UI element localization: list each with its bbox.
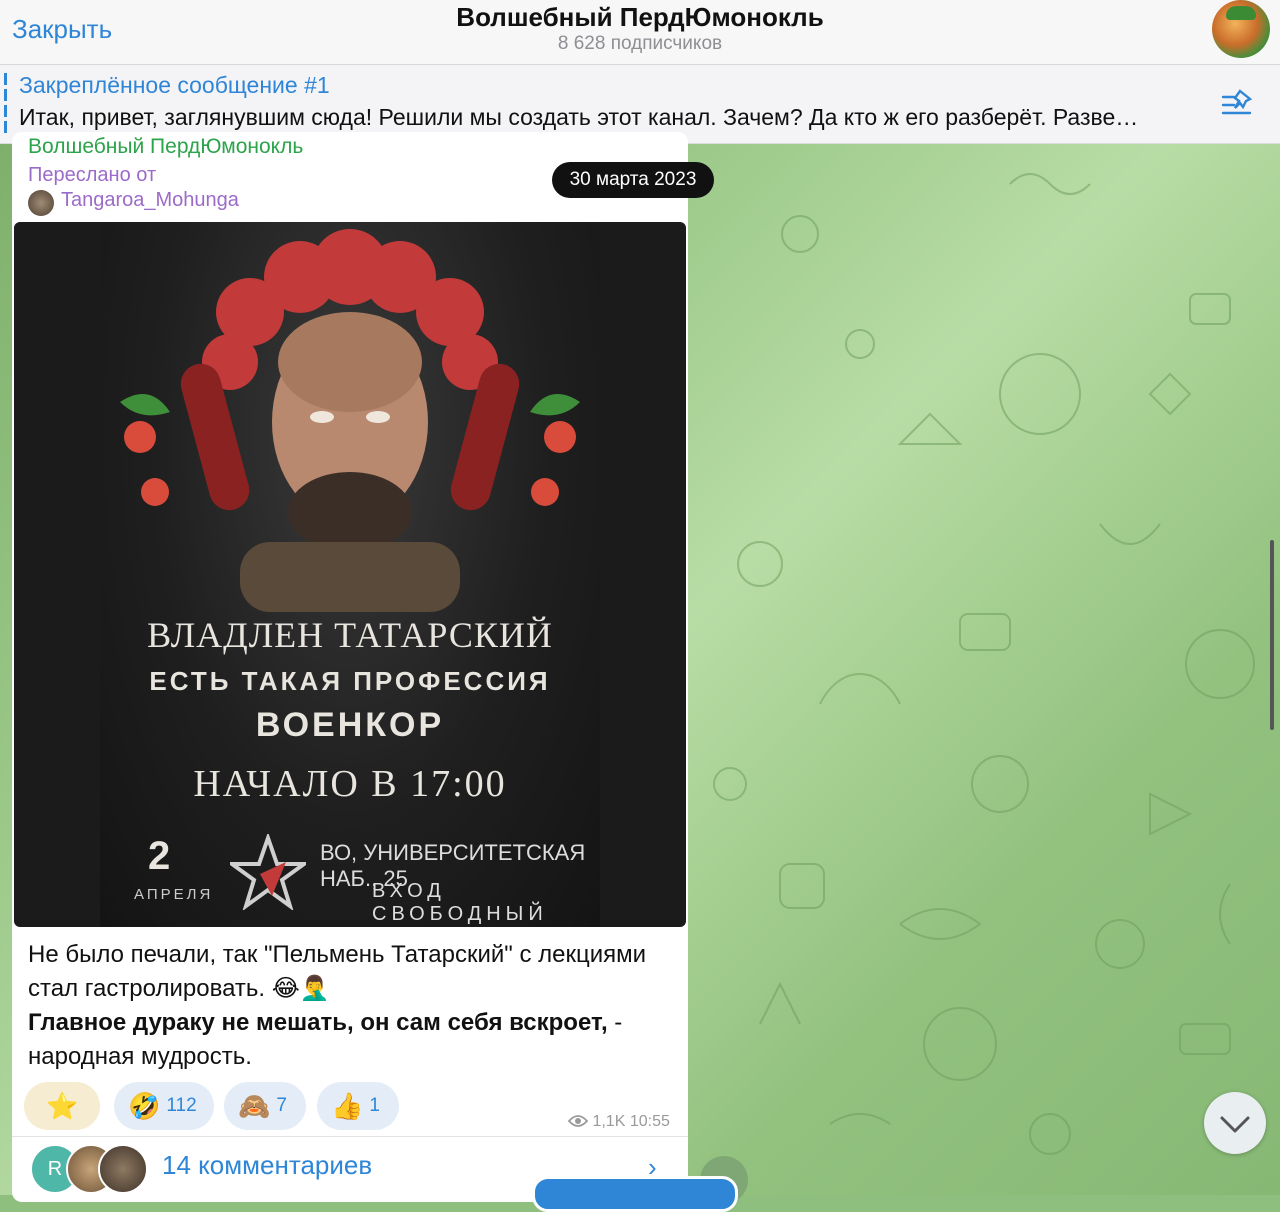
thumbs-up-emoji-icon: 👍 [331, 1090, 364, 1121]
views-count: 1,1K [592, 1113, 626, 1130]
star-logo-icon [230, 834, 306, 910]
subscriber-count: 8 628 подписчиков [557, 33, 723, 54]
poster-portrait [120, 229, 580, 612]
forwarded-avatar[interactable] [28, 190, 54, 216]
rofl-emoji-icon: 🤣 [128, 1090, 161, 1121]
star-emoji-icon: ⭐ [46, 1090, 79, 1121]
poster-tagline: ЕСТЬ ТАКАЯ ПРОФЕССИЯ [149, 666, 551, 696]
see-no-evil-emoji-icon: 🙈 [238, 1090, 271, 1121]
pinned-list-icon[interactable] [1220, 87, 1256, 119]
chevron-down-icon [1220, 1116, 1250, 1133]
poster-entry: ВХОД СВОБОДНЫЙ [372, 880, 548, 925]
reaction-count: 1 [369, 1095, 380, 1116]
reaction-count: 7 [276, 1095, 287, 1116]
pinned-title: Закреплённое сообщение #1 [19, 72, 330, 98]
scroll-down-button[interactable] [1204, 1092, 1266, 1154]
reaction-count: 112 [166, 1095, 197, 1116]
top-bar: Закрыть Волшебный ПердЮмонокль 8 628 под… [0, 0, 1280, 65]
reaction-star[interactable]: ⭐ [24, 1082, 100, 1130]
poster-name: ВЛАДЛЕН ТАТАРСКИЙ [147, 615, 553, 655]
commenter-avatar [98, 1144, 148, 1194]
message-bubble[interactable]: Волшебный ПердЮмонокль Переслано от Tang… [12, 132, 688, 1202]
message-meta: 1,1K 10:55 [567, 1113, 670, 1131]
pinned-text: Итак, привет, заглянувшим сюда! Решили м… [19, 104, 1139, 130]
reaction-monkey[interactable]: 🙈 7 [224, 1082, 306, 1130]
message-photo[interactable]: ВЛАДЛЕН ТАТАРСКИЙ ЕСТЬ ТАКАЯ ПРОФЕССИЯ В… [14, 222, 686, 927]
comments-divider [12, 1136, 688, 1137]
comments-link[interactable]: 14 комментариев [162, 1150, 372, 1181]
channel-title[interactable]: Волшебный ПердЮмонокль [0, 2, 1280, 33]
channel-avatar[interactable] [1212, 0, 1270, 58]
message-text-bold: Главное дураку не мешать, он сам себя вс… [28, 1009, 608, 1036]
event-poster: ВЛАДЛЕН ТАТАРСКИЙ ЕСТЬ ТАКАЯ ПРОФЕССИЯ В… [100, 222, 600, 927]
forwarded-label: Переслано от [28, 164, 157, 186]
reaction-rofl[interactable]: 🤣 112 [114, 1082, 214, 1130]
poster-day: 2 [148, 834, 171, 878]
poster-start-time: НАЧАЛО В 17:00 [193, 763, 507, 805]
poster-month: АПРЕЛЯ [134, 886, 214, 903]
poster-role: ВОЕНКОР [255, 706, 445, 744]
bottom-action-pill[interactable] [532, 1176, 738, 1212]
forwarded-from-name[interactable]: Tangaroa_Mohunga [61, 189, 239, 212]
message-text: Не было печали, так "Пельмень Татарский"… [28, 938, 668, 1074]
date-pill: 30 марта 2023 [552, 162, 714, 198]
scrollbar[interactable] [1270, 540, 1274, 730]
message-channel-name[interactable]: Волшебный ПердЮмонокль [28, 135, 303, 159]
views-eye-icon [567, 1115, 589, 1127]
pinned-indicator [4, 73, 7, 133]
message-time: 10:55 [629, 1113, 670, 1130]
reaction-thumbs-up[interactable]: 👍 1 [317, 1082, 399, 1130]
message-text-line: Не было печали, так "Пельмень Татарский"… [28, 941, 647, 1002]
